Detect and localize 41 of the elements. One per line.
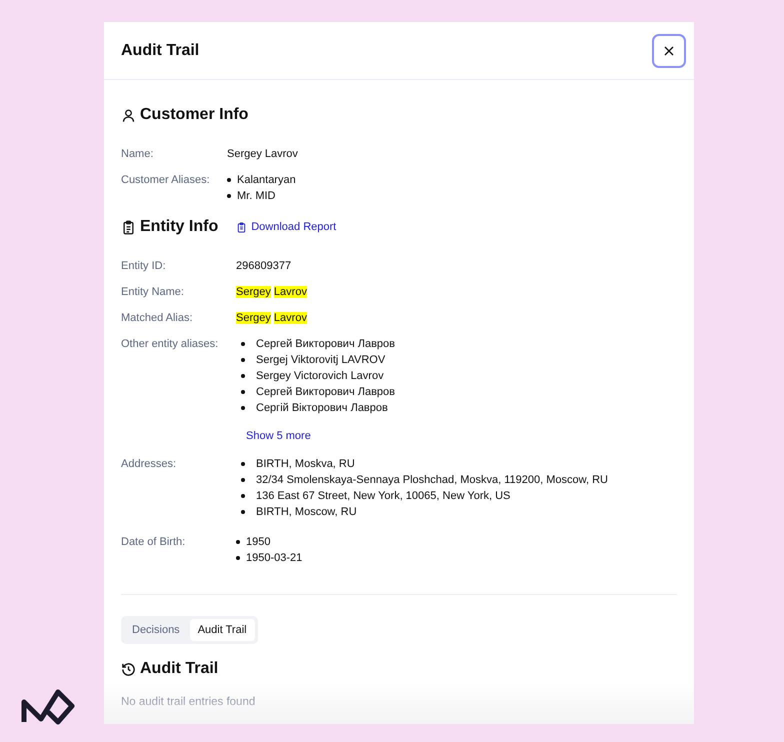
- empty-message: No audit trail entries found: [121, 696, 256, 708]
- user-icon: [121, 108, 136, 122]
- list-item: BIRTH, Moskva, RU: [256, 457, 355, 472]
- list-item: 1950: [246, 535, 270, 550]
- section-title: Customer Info: [140, 106, 248, 124]
- list-item: Sergej Viktorovitj LAVROV: [256, 353, 386, 368]
- close-icon: [664, 46, 674, 56]
- section-title: Entity Info: [140, 218, 218, 236]
- section-title: Audit Trail: [140, 660, 218, 678]
- field-value: 296809377: [236, 259, 292, 274]
- list-item: BIRTH, Moscow, RU: [256, 505, 357, 520]
- list-item: 136 East 67 Street, New York, 10065, New York, US: [256, 489, 510, 504]
- list-item: Сергій Вікторович Лавров: [256, 401, 388, 416]
- field-label: Matched Alias:: [121, 311, 194, 326]
- field-label: Other entity aliases:: [121, 337, 220, 352]
- field-label: Addresses:: [121, 457, 178, 472]
- field-label: Name:: [121, 147, 154, 162]
- clipboard-icon: [121, 220, 136, 234]
- tab[interactable]: Audit Trail: [190, 619, 255, 641]
- dialog-title: Audit Trail: [121, 42, 200, 60]
- field-value: Sergey Lavrov: [227, 147, 299, 162]
- list-item: Сергей Викторович Лавров: [256, 337, 395, 352]
- field-label: Entity ID:: [121, 259, 167, 274]
- list-item: Kalantaryan: [237, 173, 296, 188]
- history-icon: [121, 662, 136, 676]
- field-label: Date of Birth:: [121, 535, 186, 550]
- list-item: 1950-03-21: [246, 551, 302, 566]
- field-label: Entity Name:: [121, 285, 185, 300]
- close-button[interactable]: [652, 34, 686, 68]
- clipboard-icon: [236, 222, 248, 232]
- show-more-link[interactable]: Show 5 more: [246, 430, 311, 442]
- logo-icon: [21, 688, 75, 726]
- list-item: Mr. MID: [237, 189, 276, 204]
- list-item: Sergey Victorovich Lavrov: [256, 369, 384, 384]
- field-value: Sergey Lavrov: [236, 311, 308, 326]
- field-label: Customer Aliases:: [121, 173, 211, 188]
- field-value: Sergey Lavrov: [236, 285, 308, 300]
- download-report-link[interactable]: Download Report: [236, 221, 336, 233]
- list-item: 32/34 Smolenskaya-Sennaya Ploshchad, Moskva, 119200, Moscow, RU: [256, 473, 608, 488]
- tab[interactable]: Decisions: [124, 619, 188, 641]
- list-item: Сергей Викторович Лавров: [256, 385, 395, 400]
